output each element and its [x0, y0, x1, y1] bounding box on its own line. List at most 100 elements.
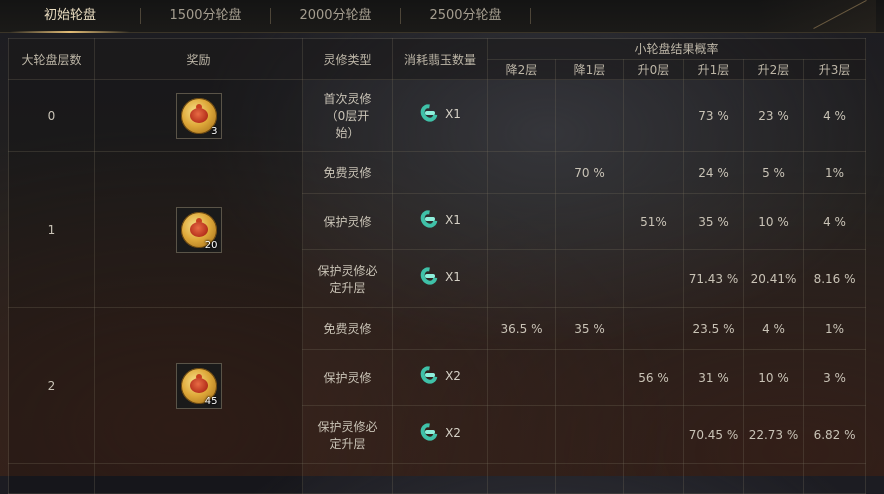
- layer-cell: 2: [8, 307, 95, 464]
- probability-table: 大轮盘层数 奖励 灵修类型 消耗翡玉数量 小轮盘结果概率 降2层 降1层 升0层…: [8, 38, 867, 494]
- prob-cell: [555, 193, 624, 250]
- prob-cell: 71.43 %: [683, 249, 744, 308]
- prob-cell: 23 %: [743, 79, 804, 152]
- jade-bar: [425, 373, 436, 377]
- reward-count: 20: [204, 239, 218, 251]
- cost-cell: [392, 307, 488, 350]
- prob-cell: 3 %: [802, 349, 867, 406]
- prob-cell: 4 %: [743, 307, 804, 350]
- coin-bag: [189, 377, 208, 393]
- prob-cell: 24 %: [683, 151, 744, 194]
- cost-cell: [392, 151, 488, 194]
- table-row: [8, 463, 867, 494]
- prob-cell: 8.16 %: [802, 249, 867, 308]
- cost-cell: X1: [392, 249, 488, 308]
- jade-icon: [417, 420, 441, 444]
- prob-cell: [623, 151, 684, 194]
- prob-cell: 10 %: [743, 349, 804, 406]
- table-row: 1 20 免费灵修 70 % 24 % 5 % 1%: [8, 151, 867, 308]
- prob-cell: [487, 249, 556, 308]
- tab-2500-wheel[interactable]: 2500分轮盘: [401, 0, 530, 32]
- ornament-decoration: [756, 0, 876, 32]
- empty-cell: [302, 463, 393, 494]
- cost-value: X1: [417, 101, 461, 125]
- prob-cell: 51%: [623, 193, 684, 250]
- prob-cell: 31 %: [683, 349, 744, 406]
- table-row: 0 3 首次灵修（0层开始） X1 73 % 23 % 4 %: [8, 79, 867, 152]
- prob-cell: 22.73 %: [743, 405, 804, 464]
- jade-icon: [417, 207, 441, 231]
- header-cost: 消耗翡玉数量: [392, 38, 488, 80]
- cost-qty: X2: [445, 426, 461, 440]
- empty-cell: [623, 463, 684, 494]
- tab-1500-wheel[interactable]: 1500分轮盘: [141, 0, 270, 32]
- header-up2: 升2层: [743, 58, 804, 80]
- prob-cell: 70.45 %: [683, 405, 744, 464]
- jade-bar: [425, 111, 436, 115]
- cost-qty: X2: [445, 369, 461, 383]
- jade-icon: [417, 363, 441, 387]
- coin-bag: [189, 221, 208, 237]
- table-row: 2 45 免费灵修 36.5 % 35 % 23.5 % 4 % 1%: [8, 307, 867, 464]
- tab-label: 1500分轮盘: [169, 8, 242, 23]
- prob-cell: [487, 79, 556, 152]
- jade-icon: [417, 101, 441, 125]
- prob-cell: 4 %: [802, 193, 867, 250]
- cost-cell: X1: [392, 79, 488, 152]
- empty-cell: [94, 463, 303, 494]
- prob-cell: [487, 193, 556, 250]
- empty-cell: [683, 463, 744, 494]
- reward-item[interactable]: 45: [175, 362, 222, 409]
- prob-cell: [487, 151, 556, 194]
- type-cell: 免费灵修: [302, 307, 393, 350]
- active-tab-underline: [10, 31, 130, 33]
- layer-cell: 0: [8, 79, 95, 152]
- type-cell: 保护灵修必定升层: [302, 405, 393, 464]
- coin-bag: [189, 107, 208, 123]
- jade-bar: [425, 430, 436, 434]
- header-prob-group: 小轮盘结果概率: [486, 38, 867, 60]
- cost-cell: X1: [392, 193, 488, 250]
- empty-cell: [487, 463, 556, 494]
- prob-cell: [623, 307, 684, 350]
- cost-value: X2: [417, 363, 461, 387]
- reward-item[interactable]: 20: [175, 206, 222, 253]
- tab-initial-wheel[interactable]: 初始轮盘: [0, 0, 140, 33]
- reward-cell: 3: [94, 79, 303, 152]
- prob-cell: [487, 405, 556, 464]
- header-up1: 升1层: [683, 58, 744, 80]
- header-up3: 升3层: [802, 58, 867, 80]
- prob-cell: 1%: [802, 151, 867, 194]
- reward-cell: 45: [94, 307, 303, 464]
- prob-cell: 23.5 %: [683, 307, 744, 350]
- cost-cell: X2: [392, 405, 488, 464]
- tab-2000-wheel[interactable]: 2000分轮盘: [271, 0, 400, 32]
- table-body: 0 3 首次灵修（0层开始） X1 73 % 23 % 4 % 1 20 免费灵修 70 % 24 %…: [8, 79, 867, 494]
- reward-cell: 20: [94, 151, 303, 308]
- tab-label: 2000分轮盘: [299, 8, 372, 23]
- empty-cell: [392, 463, 488, 494]
- cost-value: X2: [417, 420, 461, 444]
- type-cell: 保护灵修必定升层: [302, 249, 393, 308]
- jade-bar: [425, 274, 436, 278]
- prob-cell: 10 %: [743, 193, 804, 250]
- header-down1: 降1层: [555, 58, 624, 80]
- reward-count: 3: [211, 125, 218, 137]
- empty-cell: [8, 463, 95, 494]
- jade-bar: [425, 217, 436, 221]
- type-cell: 首次灵修（0层开始）: [302, 79, 393, 152]
- empty-cell: [555, 463, 624, 494]
- prob-cell: [623, 249, 684, 308]
- tab-label: 2500分轮盘: [429, 8, 502, 23]
- prob-cell: 5 %: [743, 151, 804, 194]
- prob-cell: 1%: [802, 307, 867, 350]
- prob-cell: [623, 79, 684, 152]
- tab-divider: [530, 8, 531, 24]
- cost-value: X1: [417, 207, 461, 231]
- header-type: 灵修类型: [302, 38, 393, 80]
- reward-item[interactable]: 3: [175, 92, 222, 139]
- tab-label: 初始轮盘: [43, 8, 96, 23]
- type-cell: 保护灵修: [302, 349, 393, 406]
- prob-cell: 36.5 %: [487, 307, 556, 350]
- prob-cell: [487, 349, 556, 406]
